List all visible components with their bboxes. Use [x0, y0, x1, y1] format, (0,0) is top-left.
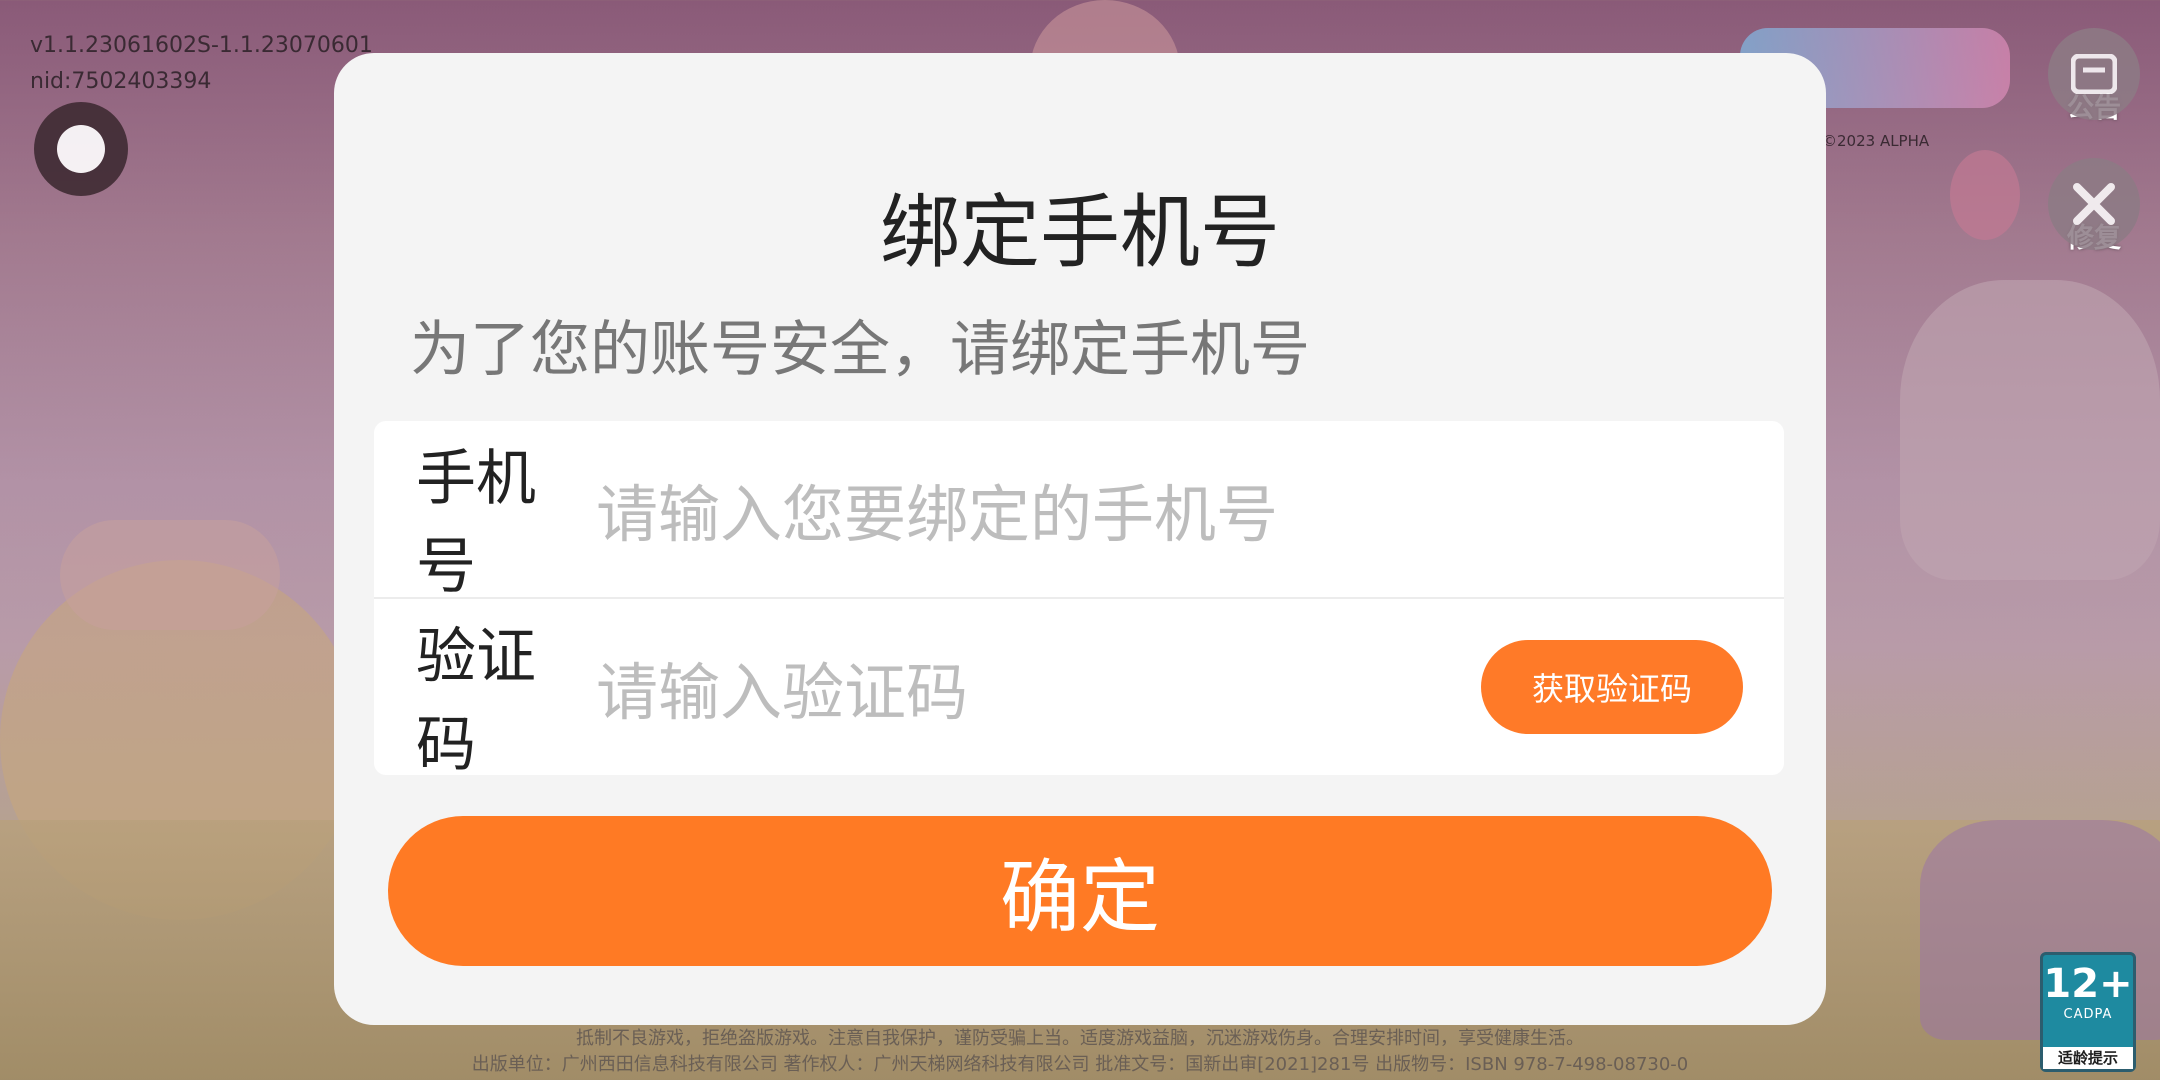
bind-phone-dialog: 绑定手机号 为了您的账号安全，请绑定手机号 手机号 验证码 获取验证码 确定 [334, 53, 1826, 1025]
code-row: 验证码 获取验证码 [374, 599, 1784, 780]
dialog-title: 绑定手机号 [880, 186, 1280, 279]
rating-org: CADPA [2063, 1007, 2113, 1022]
floating-assistive-button[interactable] [34, 102, 128, 196]
get-code-button[interactable]: 获取验证码 [1481, 640, 1743, 734]
notice-icon [2048, 28, 2140, 120]
age-tip: 适龄提示 [2043, 1047, 2133, 1069]
dialog-subtitle: 为了您的账号安全，请绑定手机号 [410, 315, 1310, 385]
anti-addiction-notice: 抵制不良游戏，拒绝盗版游戏。注意自我保护，谨防受骗上当。适度游戏益脑，沉迷游戏伤… [576, 1028, 1584, 1049]
nid-text: nid:7502403394 [30, 69, 212, 94]
version-info: v1.1.23061602S-1.1.23070601 nid:75024033… [30, 28, 373, 100]
phone-label: 手机号 [416, 444, 536, 602]
phone-input[interactable] [594, 473, 1478, 555]
copyright-text: ©2023 ALPHA [1822, 132, 1930, 150]
verification-code-input[interactable] [594, 651, 1238, 733]
repair-button[interactable]: 修复 [2048, 158, 2140, 255]
bind-form: 手机号 验证码 获取验证码 [374, 421, 1784, 780]
age-rating: 12+ [2043, 961, 2133, 1007]
circle-icon [57, 125, 105, 173]
publisher-info: 出版单位：广州西田信息科技有限公司 著作权人：广州天梯网络科技有限公司 批准文号… [471, 1054, 1689, 1075]
wrench-icon [2048, 158, 2140, 250]
code-label: 验证码 [416, 622, 536, 780]
notice-button[interactable]: 公告 [2048, 28, 2140, 125]
confirm-button[interactable]: 确定 [388, 816, 1772, 966]
version-text: v1.1.23061602S-1.1.23070601 [30, 33, 373, 58]
age-rating-badge[interactable]: 12+ CADPA 适龄提示 [2040, 952, 2136, 1072]
phone-row: 手机号 [374, 421, 1784, 602]
